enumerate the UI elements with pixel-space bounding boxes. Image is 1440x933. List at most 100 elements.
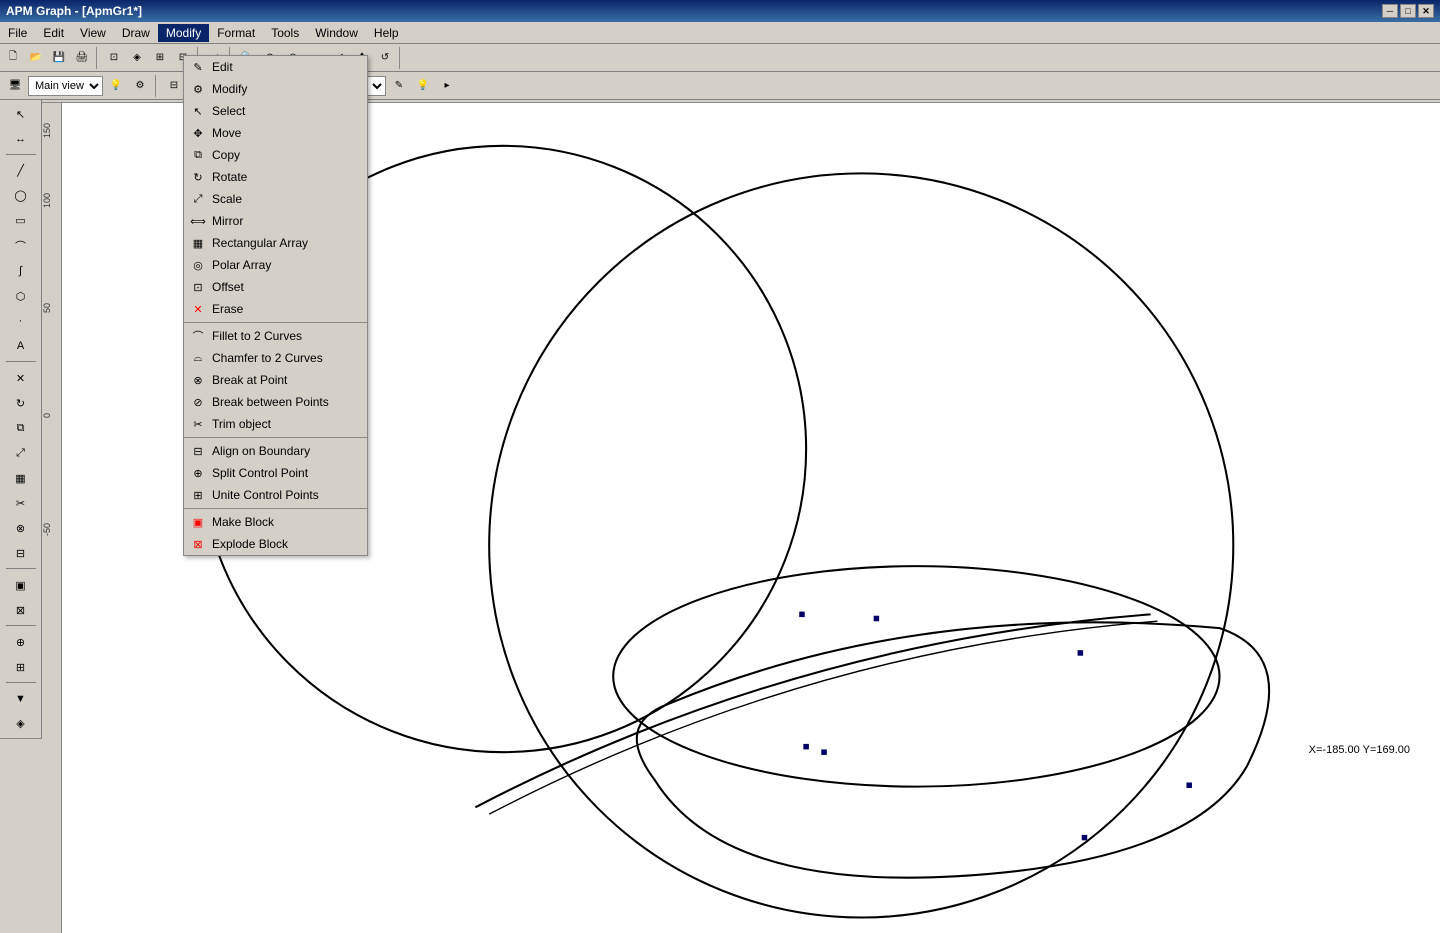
menu-item-scale[interactable]: ⤢ Scale [184, 188, 367, 210]
lt-poly-btn[interactable]: ⬡ [8, 284, 34, 308]
menu-item-make-block[interactable]: ▣ Make Block [184, 511, 367, 533]
minimize-button[interactable]: ─ [1382, 4, 1398, 18]
make-block-icon: ▣ [190, 514, 206, 530]
ruler-v-mark: 50 [42, 303, 52, 313]
view-icon[interactable]: 🖥 [4, 75, 26, 97]
menu-item-mirror[interactable]: ⟺ Mirror [184, 210, 367, 232]
lt-break-btn[interactable]: ⊗ [8, 516, 34, 540]
menu-help[interactable]: Help [366, 24, 407, 42]
lt-rect-btn[interactable]: ▭ [8, 209, 34, 233]
lt-snap-btn[interactable]: ⊕ [8, 630, 34, 654]
menu-window[interactable]: Window [307, 24, 366, 42]
lt-block-btn[interactable]: ▣ [8, 573, 34, 597]
menu-item-select[interactable]: ↖ Select [184, 100, 367, 122]
menu-item-split-control[interactable]: ⊕ Split Control Point [184, 462, 367, 484]
menu-item-unite-control[interactable]: ⊞ Unite Control Points [184, 484, 367, 506]
menu-item-erase[interactable]: ✕ Erase [184, 298, 367, 320]
select-icon: ↖ [190, 103, 206, 119]
menu-item-rect-array[interactable]: ▦ Rectangular Array [184, 232, 367, 254]
lt-sep-1 [6, 154, 36, 156]
menu-item-polar-array[interactable]: ◎ Polar Array [184, 254, 367, 276]
menu-item-label: Make Block [212, 515, 274, 529]
move-icon: ✥ [190, 125, 206, 141]
rect-array-icon: ▦ [190, 235, 206, 251]
lt-rotate-btn[interactable]: ↻ [8, 391, 34, 415]
menu-item-label: Mirror [212, 214, 243, 228]
menu-item-label: Break at Point [212, 373, 287, 387]
lt-text-btn[interactable]: A [8, 334, 34, 358]
menu-file[interactable]: File [0, 24, 35, 42]
lt-line-btn[interactable]: ╱ [8, 159, 34, 183]
menu-item-break-point[interactable]: ⊗ Break at Point [184, 369, 367, 391]
menu-item-label: Explode Block [212, 537, 288, 551]
print-button[interactable]: 🖨 [71, 47, 93, 69]
menu-tools[interactable]: Tools [263, 24, 307, 42]
lt-curve-btn[interactable]: ∫ [8, 259, 34, 283]
menu-item-chamfer[interactable]: ⌓ Chamfer to 2 Curves [184, 347, 367, 369]
menu-item-explode-block[interactable]: ⊠ Explode Block [184, 533, 367, 555]
menu-modify[interactable]: Modify [158, 24, 209, 42]
lt-arc-btn[interactable]: ⌒ [8, 234, 34, 258]
ruler-v-mark: 150 [42, 123, 52, 138]
new-button[interactable]: 🗋 [2, 47, 24, 69]
lt-grid-btn[interactable]: ⊞ [8, 655, 34, 679]
lt-sep-2 [6, 361, 36, 363]
menu-item-move[interactable]: ✥ Move [184, 122, 367, 144]
refresh-btn[interactable]: ↺ [374, 47, 396, 69]
open-button[interactable]: 📂 [25, 47, 47, 69]
menu-format[interactable]: Format [209, 24, 263, 42]
light-btn-1[interactable]: 💡 [105, 75, 127, 97]
title-bar: APM Graph - [ApmGr1*] ─ □ ✕ [0, 0, 1440, 22]
lt-align-btn[interactable]: ⊟ [8, 541, 34, 565]
menu-item-rotate[interactable]: ↻ Rotate [184, 166, 367, 188]
menu-item-label: Break between Points [212, 395, 329, 409]
menu-item-edit[interactable]: ✎ Edit [184, 56, 367, 78]
menu-item-label: Copy [212, 148, 240, 162]
lt-move-btn[interactable]: ↔ [8, 127, 34, 151]
edit-style-btn[interactable]: ✎ [388, 75, 410, 97]
light-btn-3[interactable]: 💡 [412, 75, 434, 97]
snap-btn-1[interactable]: ⊡ [103, 47, 125, 69]
menu-item-label: Erase [212, 302, 243, 316]
snap-btn-3[interactable]: ⊞ [149, 47, 171, 69]
lt-copy-btn[interactable]: ⧉ [8, 416, 34, 440]
menu-item-copy[interactable]: ⧉ Copy [184, 144, 367, 166]
lt-select-btn[interactable]: ↖ [8, 102, 34, 126]
lt-sep-5 [6, 682, 36, 684]
menu-view[interactable]: View [72, 24, 114, 42]
menu-edit[interactable]: Edit [35, 24, 72, 42]
lt-erase-btn[interactable]: ✕ [8, 366, 34, 390]
lt-explode-btn[interactable]: ⊠ [8, 598, 34, 622]
menu-item-fillet[interactable]: ⌒ Fillet to 2 Curves [184, 325, 367, 347]
menu-separator-3 [184, 508, 367, 509]
trim-icon: ✂ [190, 416, 206, 432]
lt-trim-btn[interactable]: ✂ [8, 491, 34, 515]
view-selector[interactable]: Main view [28, 76, 103, 96]
lt-scale-btn[interactable]: ⤢ [8, 441, 34, 465]
menu-item-offset[interactable]: ⊡ Offset [184, 276, 367, 298]
separator-4 [399, 47, 403, 69]
lt-extra-2[interactable]: ◈ [8, 712, 34, 736]
settings-btn[interactable]: ⚙ [129, 75, 151, 97]
menu-item-break-between[interactable]: ⊘ Break between Points [184, 391, 367, 413]
arrow-btn-2[interactable]: ▸ [436, 75, 458, 97]
save-button[interactable]: 💾 [48, 47, 70, 69]
lt-point-btn[interactable]: · [8, 309, 34, 333]
menu-item-label: Fillet to 2 Curves [212, 329, 302, 343]
menu-item-label: Rectangular Array [212, 236, 308, 250]
unite-control-icon: ⊞ [190, 487, 206, 503]
menu-item-trim[interactable]: ✂ Trim object [184, 413, 367, 435]
menu-item-align-boundary[interactable]: ⊟ Align on Boundary [184, 440, 367, 462]
lt-extra-1[interactable]: ▼ [8, 687, 34, 711]
dim-icon[interactable]: ⊟ [163, 75, 185, 97]
maximize-button[interactable]: □ [1400, 4, 1416, 18]
snap-btn-2[interactable]: ◈ [126, 47, 148, 69]
lt-array-btn[interactable]: ▦ [8, 466, 34, 490]
menu-item-modify[interactable]: ⚙ Modify [184, 78, 367, 100]
chamfer-icon: ⌓ [190, 350, 206, 366]
menu-separator-1 [184, 322, 367, 323]
lt-circle-btn[interactable]: ◯ [8, 184, 34, 208]
menu-draw[interactable]: Draw [114, 24, 158, 42]
close-button[interactable]: ✕ [1418, 4, 1434, 18]
menu-item-label: Offset [212, 280, 244, 294]
